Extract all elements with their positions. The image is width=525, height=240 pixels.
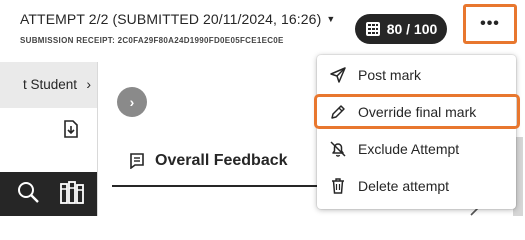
menu-item-exclude-attempt[interactable]: Exclude Attempt	[317, 132, 516, 166]
tab-underline	[112, 185, 318, 187]
bell-off-icon	[330, 141, 346, 157]
grade-calculator-icon	[365, 22, 380, 36]
trash-icon	[332, 178, 344, 194]
menu-item-post-mark[interactable]: Post mark	[317, 58, 516, 92]
menu-item-label: Delete attempt	[358, 178, 450, 194]
attempt-title: ATTEMPT 2/2 (SUBMITTED 20/11/2024, 16:26…	[20, 11, 322, 27]
menu-item-label: Override final mark	[358, 104, 477, 120]
expand-panel-button[interactable]: ›	[117, 87, 147, 117]
menu-item-label: Exclude Attempt	[358, 141, 460, 157]
student-name: t Student	[22, 77, 77, 92]
more-options-menu: Post mark Override final mark Exclude At…	[314, 55, 520, 209]
student-selector[interactable]: t Student ›	[0, 62, 97, 108]
menu-item-label: Post mark	[358, 67, 422, 83]
tab-label: Overall Feedback	[155, 152, 288, 169]
tool-bar	[0, 172, 97, 216]
grade-value: 80 / 100	[386, 21, 438, 37]
chevron-right-icon: ›	[86, 76, 91, 92]
pencil-icon	[331, 105, 345, 119]
library-icon[interactable]	[60, 181, 86, 210]
submission-header: ATTEMPT 2/2 (SUBMITTED 20/11/2024, 16:26…	[0, 0, 525, 62]
attempt-selector[interactable]: ATTEMPT 2/2 (SUBMITTED 20/11/2024, 16:26…	[20, 11, 335, 27]
feedback-icon	[130, 153, 144, 169]
menu-item-delete-attempt[interactable]: Delete attempt	[317, 169, 516, 203]
download-icon[interactable]	[63, 120, 79, 143]
more-options-icon: •••	[480, 15, 500, 32]
menu-item-override-final-mark[interactable]: Override final mark	[317, 95, 516, 129]
submission-receipt: SUBMISSION RECEIPT: 2C0FA29F80A24D1990FD…	[20, 36, 284, 45]
caret-down-icon: ▼	[326, 14, 336, 24]
tab-overall-feedback[interactable]: Overall Feedback	[129, 152, 288, 170]
more-options-button[interactable]: •••	[469, 8, 511, 40]
send-icon	[330, 67, 346, 83]
left-panel: t Student ›	[0, 62, 98, 216]
grade-pill[interactable]: 80 / 100	[355, 14, 447, 44]
search-icon[interactable]	[16, 180, 40, 209]
chevron-right-icon: ›	[129, 94, 135, 110]
